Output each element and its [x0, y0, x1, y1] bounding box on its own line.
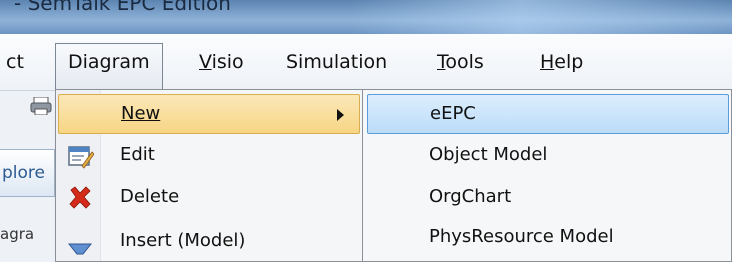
printer-icon[interactable]	[30, 97, 52, 115]
menu-simulation[interactable]: Simulation	[286, 44, 387, 80]
submenu-item-orgchart[interactable]: OrgChart	[367, 178, 729, 218]
menu-help-rest: elp	[554, 51, 584, 73]
menu-project-partial[interactable]: ct	[6, 44, 24, 80]
menu-item-edit-label: Edit	[120, 144, 155, 165]
left-pane: plore agra	[0, 91, 55, 262]
submenu-item-physresource-model[interactable]: PhysResource Model	[367, 218, 729, 258]
menu-item-delete-label: Delete	[120, 186, 180, 207]
menu-diagram[interactable]: Diagram	[55, 43, 163, 90]
submenu-arrow-icon	[337, 109, 344, 121]
left-pane-fragment: agra	[0, 225, 35, 243]
menu-tools-rest: ools	[445, 51, 484, 73]
menu-item-insert-model-label: Insert (Model)	[120, 230, 246, 251]
submenu-item-orgchart-label: OrgChart	[429, 186, 512, 207]
new-submenu: eEPC Object Model OrgChart PhysResource …	[362, 89, 732, 262]
title-bar-glow	[350, 0, 730, 34]
menu-visio-rest: isio	[211, 51, 244, 73]
diagram-menu: New Edit Delete Insert (Model)	[55, 89, 363, 262]
title-bar: - SemTalk EPC Edition	[0, 0, 732, 34]
menu-visio[interactable]: Visio	[199, 44, 244, 80]
submenu-item-eepc-label: eEPC	[430, 103, 476, 124]
red-x-delete-icon	[69, 186, 91, 209]
menu-item-new[interactable]: New	[58, 94, 360, 134]
menu-help[interactable]: Help	[540, 44, 583, 80]
submenu-item-object-model[interactable]: Object Model	[367, 136, 729, 176]
menu-visio-mnemonic: V	[199, 51, 212, 73]
edit-window-icon	[68, 146, 94, 169]
menu-bar: ct Diagram Visio Simulation Tools Help	[0, 34, 732, 91]
menu-item-delete[interactable]: Delete	[58, 178, 360, 218]
menu-help-mnemonic: H	[540, 51, 555, 73]
menu-item-edit[interactable]: Edit	[58, 136, 360, 176]
menu-tools[interactable]: Tools	[437, 44, 484, 80]
submenu-item-eepc[interactable]: eEPC	[367, 94, 729, 134]
window-title: - SemTalk EPC Edition	[14, 0, 231, 15]
funnel-insert-icon	[67, 243, 93, 255]
menu-item-insert-model[interactable]: Insert (Model)	[58, 222, 360, 262]
explorer-tab[interactable]: plore	[0, 149, 55, 197]
menu-item-new-label: New	[121, 103, 161, 124]
submenu-item-object-model-label: Object Model	[429, 144, 548, 165]
submenu-item-physresource-model-label: PhysResource Model	[429, 226, 614, 247]
